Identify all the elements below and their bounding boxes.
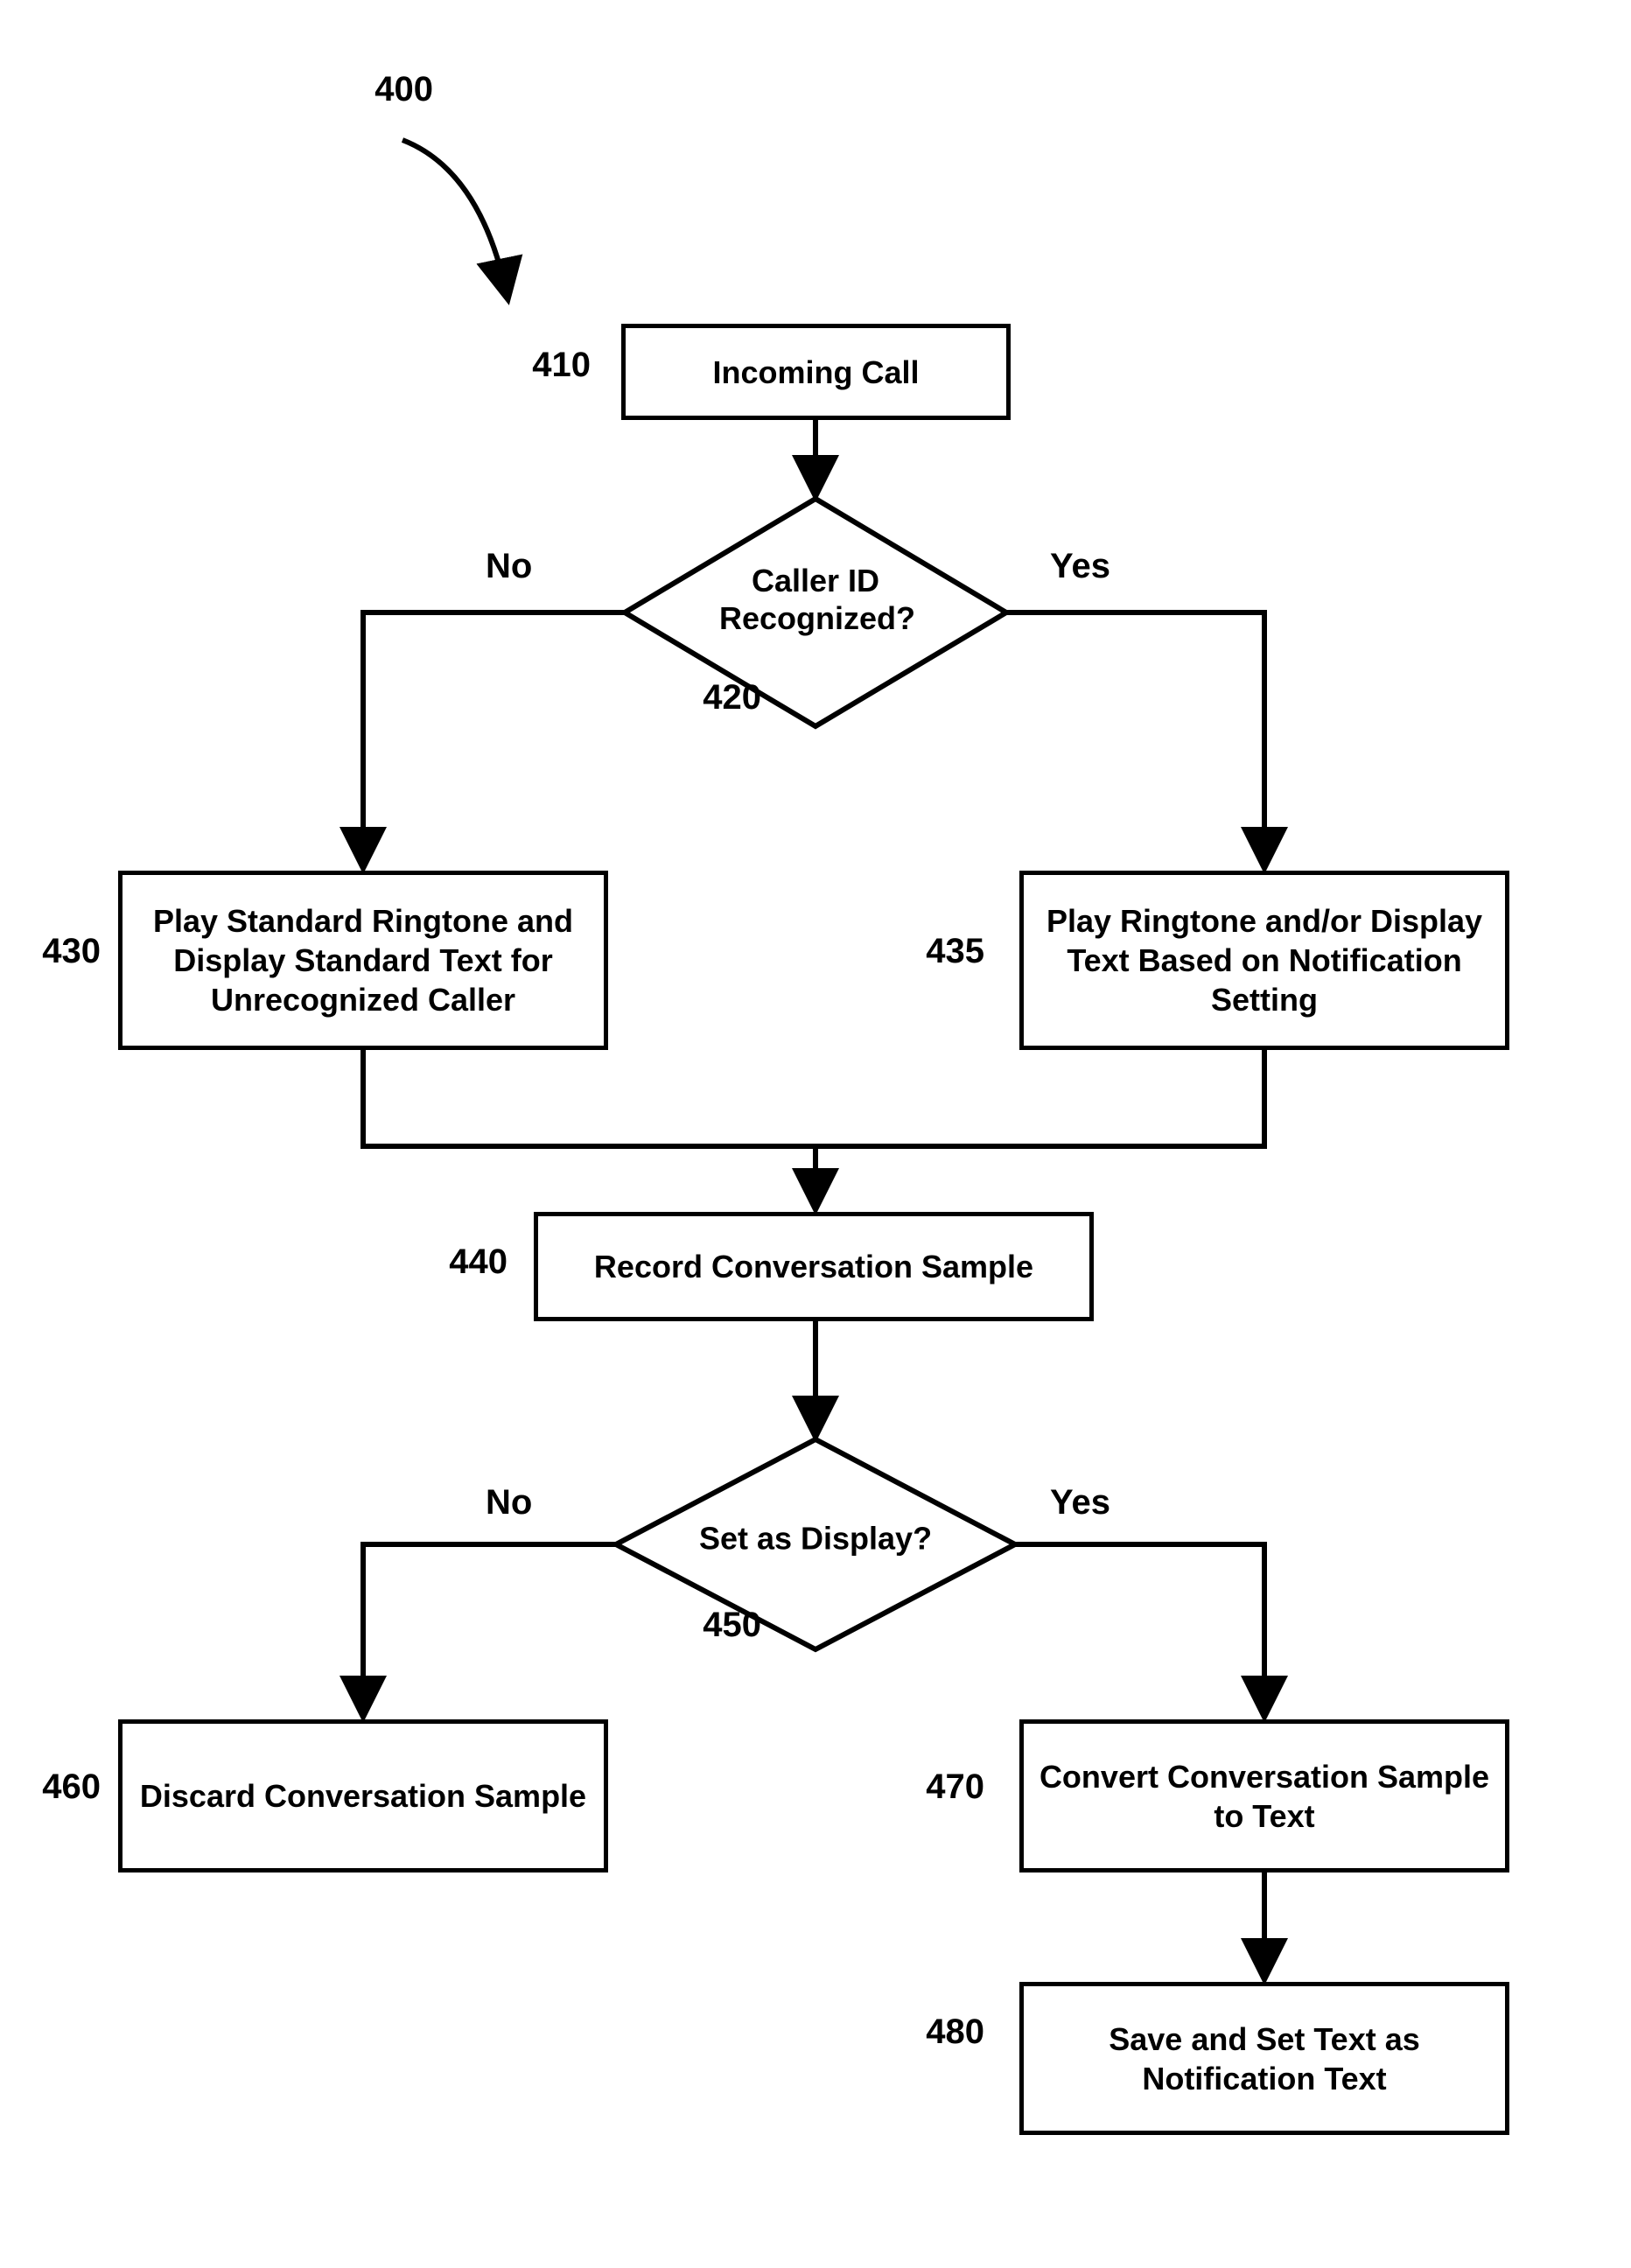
edge-450-no: No (486, 1483, 532, 1522)
node-record-conversation-sample: Record Conversation Sample (534, 1212, 1094, 1321)
node-discard-conversation-sample: Discard Conversation Sample (118, 1719, 608, 1872)
ref-430: 430 (13, 932, 101, 971)
node-convert-conversation-to-text: Convert Conversation Sample to Text (1019, 1719, 1509, 1872)
edge-420-yes: Yes (1050, 547, 1110, 586)
edge-450-yes: Yes (1050, 1483, 1110, 1522)
edge-420-no: No (486, 547, 532, 586)
ref-480: 480 (897, 2012, 984, 2052)
ref-420: 420 (674, 678, 761, 718)
node-play-standard-ringtone: Play Standard Ringtone and Display Stand… (118, 871, 608, 1050)
node-incoming-call: Incoming Call (621, 324, 1011, 420)
ref-410: 410 (503, 346, 591, 385)
node-save-text-as-notification: Save and Set Text as Notification Text (1019, 1982, 1509, 2135)
ref-440: 440 (420, 1242, 508, 1282)
node-play-ringtone-notification: Play Ringtone and/or Display Text Based … (1019, 871, 1509, 1050)
ref-450: 450 (674, 1606, 761, 1645)
ref-400: 400 (346, 70, 433, 109)
flowchart-canvas: { "refs": { "ref400": "400", "ref410": "… (0, 0, 1631, 2268)
ref-435: 435 (897, 932, 984, 971)
ref-460: 460 (13, 1768, 101, 1807)
ref-470: 470 (897, 1768, 984, 1807)
